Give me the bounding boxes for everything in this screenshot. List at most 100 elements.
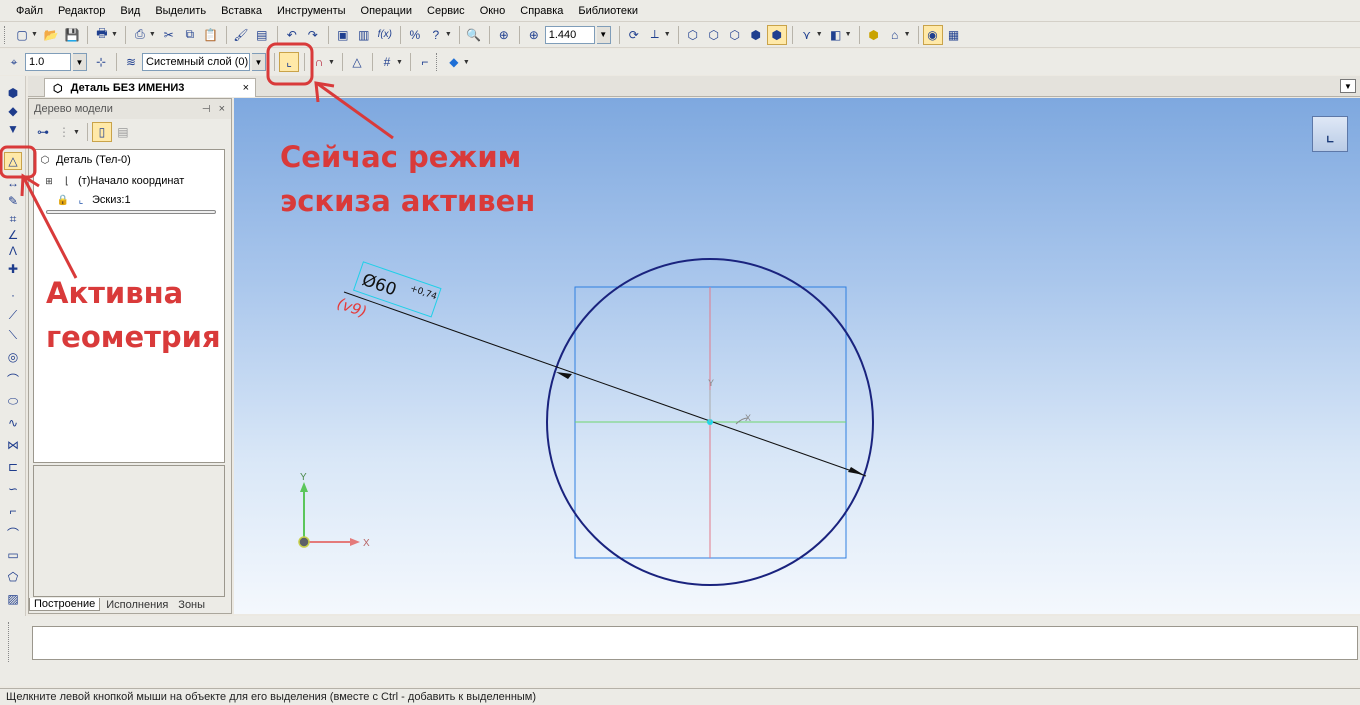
grid-icon[interactable]: # bbox=[377, 52, 397, 72]
view-cube-icon[interactable]: ◆ bbox=[444, 52, 464, 72]
library-icon[interactable]: ▥ bbox=[354, 25, 374, 45]
edit-details-icon[interactable]: ⬢ bbox=[4, 84, 22, 102]
tree-structure-icon[interactable]: ⊶ bbox=[33, 122, 53, 142]
polygon-icon[interactable]: ⬠ bbox=[4, 568, 22, 586]
snap-icon[interactable]: ◧ bbox=[826, 25, 846, 45]
filter-icon[interactable]: ▼ bbox=[4, 120, 22, 138]
step-dropdown[interactable]: ▼ bbox=[73, 53, 87, 71]
snap-grid-icon[interactable]: ⊹ bbox=[91, 52, 111, 72]
undo-icon[interactable]: ↶ bbox=[282, 25, 302, 45]
tab-list-icon[interactable]: ▼ bbox=[1340, 79, 1356, 93]
copy-icon[interactable]: ⧉ bbox=[180, 25, 200, 45]
ellipse-icon[interactable]: ⬭ bbox=[4, 392, 22, 410]
hidden-lines-icon[interactable]: ⬡ bbox=[704, 25, 724, 45]
select-icon[interactable]: ✚ bbox=[4, 260, 22, 278]
layer-field[interactable]: Системный слой (0) bbox=[142, 53, 250, 71]
pin-icon[interactable]: ⊣ bbox=[202, 104, 211, 115]
chevron-down-icon[interactable]: ▼ bbox=[816, 31, 823, 38]
spline-icon[interactable]: ∿ bbox=[4, 414, 22, 432]
menu-select[interactable]: Выделить bbox=[155, 5, 206, 17]
tab-zones[interactable]: Зоны bbox=[174, 599, 209, 611]
save-icon[interactable]: 💾 bbox=[62, 25, 82, 45]
toolbar-grip[interactable] bbox=[4, 25, 10, 44]
cube-icon[interactable]: ⬢ bbox=[864, 25, 884, 45]
tree-item-origin[interactable]: ⊞ ⌊ (т)Начало координат bbox=[42, 174, 184, 188]
measure-icon[interactable]: % bbox=[405, 25, 425, 45]
globe-icon[interactable]: ◉ bbox=[922, 24, 943, 45]
document-tab[interactable]: ⬡ Деталь БЕЗ ИМЕНИ3 × bbox=[44, 78, 256, 97]
new-file-icon[interactable]: ▢ bbox=[12, 25, 32, 45]
house-icon[interactable]: ⌂ bbox=[885, 25, 905, 45]
tree-item-part[interactable]: ⬡ Деталь (Тел-0) bbox=[38, 153, 131, 167]
arc-icon[interactable]: ⌒ bbox=[4, 370, 22, 388]
chevron-down-icon[interactable]: ▼ bbox=[904, 31, 911, 38]
step-field[interactable]: 1.0 bbox=[25, 53, 71, 71]
menu-file[interactable]: Файл bbox=[16, 5, 43, 17]
paste-icon[interactable]: 📋 bbox=[201, 25, 221, 45]
menu-operations[interactable]: Операции bbox=[361, 5, 412, 17]
chevron-down-icon[interactable]: ▼ bbox=[111, 31, 118, 38]
help-pointer-icon[interactable]: ? bbox=[426, 25, 446, 45]
chevron-down-icon[interactable]: ▼ bbox=[463, 59, 470, 66]
chevron-down-icon[interactable]: ▼ bbox=[445, 31, 452, 38]
polyline-icon[interactable]: ⋈ bbox=[4, 436, 22, 454]
chevron-down-icon[interactable]: ▼ bbox=[845, 31, 852, 38]
geometry-icon[interactable]: △ bbox=[4, 152, 22, 170]
fillet-icon[interactable]: ⌒ bbox=[4, 524, 22, 542]
chevron-down-icon[interactable]: ▼ bbox=[396, 59, 403, 66]
layer-dropdown[interactable]: ▼ bbox=[252, 53, 266, 71]
variables-icon[interactable]: f(x) bbox=[375, 25, 395, 45]
properties-field[interactable] bbox=[32, 626, 1358, 660]
sketch-mode-corner-icon[interactable]: ⌞ bbox=[1312, 116, 1348, 152]
parametric-icon[interactable]: △ bbox=[347, 52, 367, 72]
measure-icon[interactable]: Λ bbox=[4, 242, 22, 260]
rotate-icon[interactable]: ⟳ bbox=[624, 25, 644, 45]
zoom-all-icon[interactable]: ⊕ bbox=[494, 25, 514, 45]
circle-icon[interactable]: ◎ bbox=[4, 348, 22, 366]
shaded-icon[interactable]: ⬢ bbox=[766, 24, 787, 45]
chevron-down-icon[interactable]: ▼ bbox=[31, 31, 38, 38]
halftone-icon[interactable]: ⬢ bbox=[746, 25, 766, 45]
brush-icon[interactable]: 🖌 bbox=[231, 25, 251, 45]
close-icon[interactable]: × bbox=[219, 103, 225, 115]
sketch-mode-icon[interactable]: ⌞ bbox=[279, 52, 299, 72]
tab-versions[interactable]: Исполнения bbox=[102, 599, 172, 611]
menu-libraries[interactable]: Библиотеки bbox=[578, 5, 638, 17]
thin-lines-icon[interactable]: ⬡ bbox=[725, 25, 745, 45]
rectangle-icon[interactable]: ▭ bbox=[4, 546, 22, 564]
manager-icon[interactable]: ▣ bbox=[333, 25, 353, 45]
zoom-window-icon[interactable]: 🔍 bbox=[464, 25, 484, 45]
toolbar-grip[interactable] bbox=[435, 53, 442, 71]
chevron-down-icon[interactable]: ▼ bbox=[73, 129, 80, 136]
chamfer-icon[interactable]: ⌐ bbox=[4, 502, 22, 520]
filter-icon[interactable]: ⋎ bbox=[797, 25, 817, 45]
cut-icon[interactable]: ✂ bbox=[159, 25, 179, 45]
auxiliary-line-icon[interactable]: ⟋ bbox=[4, 306, 22, 324]
zoom-dropdown[interactable]: ▼ bbox=[596, 25, 611, 44]
designations-icon[interactable]: ✎ bbox=[4, 192, 22, 210]
open-file-icon[interactable]: 📂 bbox=[41, 25, 61, 45]
tree-sort-icon[interactable]: ⋮ bbox=[54, 122, 74, 142]
menu-insert[interactable]: Вставка bbox=[221, 5, 262, 17]
menu-tools[interactable]: Инструменты bbox=[277, 5, 346, 17]
contour-icon[interactable]: ⊏ bbox=[4, 458, 22, 476]
menu-help[interactable]: Справка bbox=[520, 5, 563, 17]
table-icon[interactable]: ▦ bbox=[944, 25, 964, 45]
orthogonal-icon[interactable]: ⌐ bbox=[415, 52, 435, 72]
tree-view-icon[interactable]: ▯ bbox=[91, 122, 112, 142]
tree-filter-icon[interactable]: ▤ bbox=[113, 122, 133, 142]
menu-service[interactable]: Сервис bbox=[427, 5, 465, 17]
redo-icon[interactable]: ↷ bbox=[303, 25, 323, 45]
layers-icon[interactable]: ≋ bbox=[121, 52, 141, 72]
tree-item-sketch[interactable]: 🔒 ⌞ Эскиз:1 bbox=[56, 193, 131, 207]
menu-edit[interactable]: Редактор bbox=[58, 5, 105, 17]
spatial-curves-icon[interactable]: ◆ bbox=[4, 102, 22, 120]
print-icon[interactable]: 🖶 bbox=[92, 25, 112, 45]
hatch-icon[interactable]: ▨ bbox=[4, 590, 22, 608]
dimensions-icon[interactable]: ↔ bbox=[4, 174, 22, 192]
zoom-in-icon[interactable]: ⊕ bbox=[524, 25, 544, 45]
chevron-down-icon[interactable]: ▼ bbox=[328, 59, 335, 66]
zoom-field[interactable]: 1.440 bbox=[544, 25, 595, 44]
bezier-icon[interactable]: ∽ bbox=[4, 480, 22, 498]
expand-icon[interactable]: ⊞ bbox=[42, 174, 56, 188]
